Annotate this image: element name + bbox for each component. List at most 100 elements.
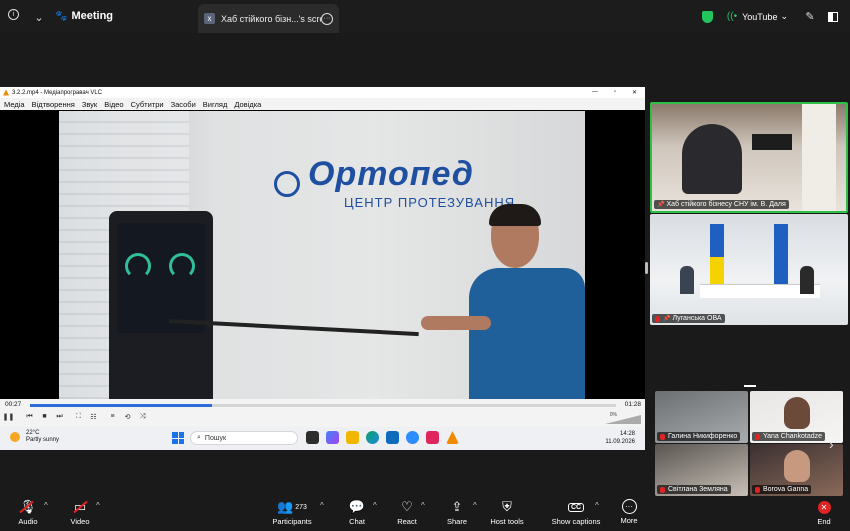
participant-name: Yana Chankotadze: [763, 433, 823, 440]
app-icon[interactable]: [426, 431, 439, 444]
shuffle-icon[interactable]: ⤨: [138, 412, 147, 421]
participant-tile[interactable]: 📌 Луганська ОВА: [650, 214, 848, 325]
video-button[interactable]: ▭ Video: [50, 499, 110, 526]
store-icon[interactable]: [386, 431, 399, 444]
task-view-icon[interactable]: [306, 431, 319, 444]
meeting-toolbar: 🎙 Audio ^ ▭ Video ^ 👥 273 Participants ^ …: [0, 497, 850, 531]
participant-face: [784, 450, 810, 482]
video-options-caret[interactable]: ^: [96, 501, 100, 510]
pen-icon[interactable]: ✎: [802, 9, 818, 25]
file-explorer-icon[interactable]: [346, 431, 359, 444]
close-icon[interactable]: ✕: [632, 89, 637, 96]
end-call-icon: ✕: [817, 500, 831, 514]
chevron-down-icon[interactable]: ⌄: [31, 9, 47, 25]
host-tools-button[interactable]: ⛨ Host tools: [477, 499, 537, 526]
view-icon[interactable]: [828, 11, 838, 22]
shield-icon[interactable]: [701, 10, 713, 23]
heart-icon: ♡: [401, 499, 413, 514]
windows-start-icon[interactable]: [172, 432, 184, 444]
clock-date: 11.09.2026: [605, 439, 635, 445]
gallery-next-icon[interactable]: ›: [829, 436, 834, 452]
next-icon[interactable]: ⏭: [55, 412, 64, 421]
copilot-icon[interactable]: [326, 431, 339, 444]
temperature: 22°C: [26, 430, 40, 436]
mic-muted-icon: 🎙: [19, 499, 37, 514]
menu-video[interactable]: Відео: [104, 100, 123, 109]
menu-help[interactable]: Довідка: [234, 100, 261, 109]
react-options-caret[interactable]: ^: [421, 501, 425, 510]
participant-name: Луганська ОВА: [672, 315, 722, 322]
time-total: 01:28: [624, 401, 641, 408]
gauge-left: [125, 253, 151, 279]
end-label: End: [817, 517, 831, 526]
pin-icon: 📌: [657, 202, 665, 208]
logo-text: Ортопед: [308, 155, 474, 193]
participants-button[interactable]: 👥 273 Participants: [262, 499, 322, 526]
edge-icon[interactable]: [366, 431, 379, 444]
fullscreen-icon[interactable]: ⛶: [74, 412, 83, 421]
sun-icon: [10, 432, 20, 442]
livestream-youtube[interactable]: ((• YouTube ⌄: [727, 11, 788, 22]
paw-icon: 🐾: [55, 10, 68, 22]
close-icon[interactable]: x: [204, 13, 215, 24]
menu-tools[interactable]: Засоби: [171, 100, 196, 109]
minimize-icon[interactable]: —: [592, 89, 598, 96]
clock-time: 14:28: [619, 431, 635, 437]
participant-tile[interactable]: Світлана Земляна: [655, 444, 748, 496]
resize-handle[interactable]: [645, 262, 648, 274]
weather-widget[interactable]: 22°C Partly sunny: [10, 430, 59, 444]
playlist-icon[interactable]: ≡: [108, 412, 117, 421]
camera-off-icon: ▭: [73, 499, 87, 514]
more-label: More: [620, 516, 638, 525]
menu-subtitles[interactable]: Субтитри: [131, 100, 164, 109]
vlc-cone-icon: [3, 89, 9, 96]
video-label: Video: [70, 517, 90, 526]
system-clock[interactable]: 14:28 11.09.2026: [605, 430, 635, 446]
chat-label: Chat: [349, 517, 365, 526]
captions-icon: CC: [567, 502, 585, 512]
info-icon[interactable]: i: [8, 9, 19, 20]
maximize-icon[interactable]: ▫: [614, 89, 616, 96]
volume-slider[interactable]: 0%: [601, 412, 641, 424]
taskbar-search[interactable]: ⌕ Пошук: [190, 431, 298, 445]
participant-face: [784, 397, 810, 429]
participants-label: Participants: [272, 517, 312, 526]
stop-icon[interactable]: ■: [40, 412, 49, 421]
vlc-taskbar-icon[interactable]: [446, 431, 459, 444]
menu-view[interactable]: Вигляд: [203, 100, 228, 109]
captions-label: Show captions: [551, 517, 601, 526]
video-frame[interactable]: Ортопед ЦЕНТР ПРОТЕЗУВАННЯ: [59, 111, 585, 399]
participants-options-caret[interactable]: ^: [320, 501, 324, 510]
zoom-icon[interactable]: [406, 431, 419, 444]
person-torso: [469, 268, 585, 399]
pause-icon[interactable]: ❚❚: [3, 412, 15, 421]
loop-icon[interactable]: ⟲: [123, 412, 132, 421]
more-button[interactable]: ··· More: [599, 499, 659, 525]
search-placeholder: Пошук: [204, 434, 227, 442]
menu-media[interactable]: Медіа: [4, 100, 25, 109]
person-hair: [489, 204, 541, 226]
window: [802, 104, 836, 211]
seek-bar[interactable]: [30, 404, 616, 407]
more-options-icon[interactable]: ···: [321, 12, 333, 25]
flag-ukraine: [710, 224, 724, 290]
participant-name: Хаб стійкого бізнесу СНУ ім. В. Даля: [666, 201, 786, 208]
flag-blue: [774, 224, 788, 290]
audio-options-caret[interactable]: ^: [44, 501, 48, 510]
people-icon: 👥: [277, 499, 294, 514]
participant-tile[interactable]: 📌 Хаб стійкого бізнесу СНУ ім. В. Даля: [650, 102, 848, 213]
mic-off-icon: [655, 315, 660, 322]
meeting-menu[interactable]: 🐾 Meeting: [55, 10, 113, 22]
host-tools-label: Host tools: [490, 517, 524, 526]
end-button[interactable]: ✕ End: [794, 499, 850, 526]
menu-playback[interactable]: Відтворення: [32, 100, 75, 109]
gallery-strip-handle[interactable]: [744, 385, 756, 387]
extended-settings-icon[interactable]: ☷: [89, 412, 98, 421]
participant-name: Галина Никифоренко: [668, 433, 738, 440]
menu-audio[interactable]: Звук: [82, 100, 97, 109]
windows-taskbar: 22°C Partly sunny ⌕ Пошук 14:28 11.09.20…: [0, 427, 645, 450]
previous-icon[interactable]: ⏮: [25, 412, 34, 421]
search-icon: ⌕: [197, 434, 201, 441]
shared-screen-tab[interactable]: x Хаб стійкого бізн...'s screen ···: [198, 4, 339, 33]
participant-tile[interactable]: Галина Никифоренко: [655, 391, 748, 443]
